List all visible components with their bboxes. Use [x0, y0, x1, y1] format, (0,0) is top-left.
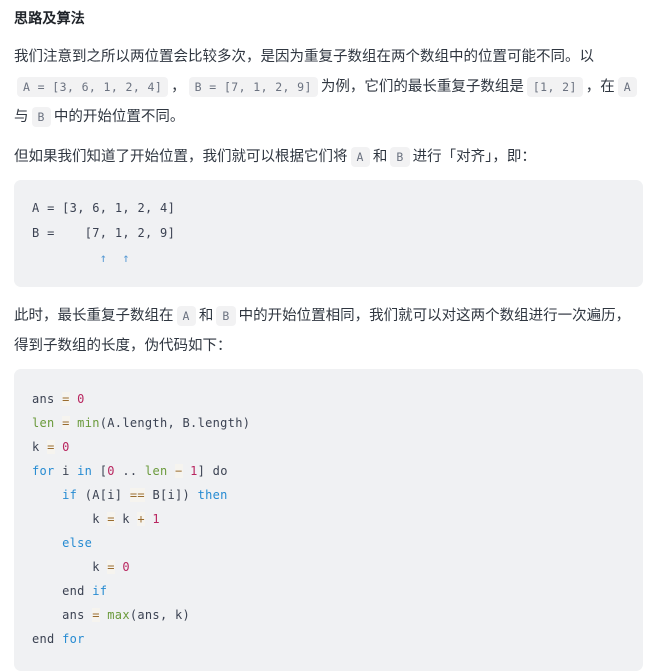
code-token-plain: i	[54, 464, 78, 478]
code-block-alignment: A = [3, 6, 1, 2, 4] B = [7, 1, 2, 9] ↑ ↑	[14, 180, 643, 287]
alignment-arrow-icon: ↑	[122, 251, 130, 265]
code-token-op: =	[107, 560, 115, 574]
code-token-kw: for	[62, 632, 85, 646]
code-token-plain: ..	[114, 464, 145, 478]
code-token-num: 1	[152, 512, 160, 526]
inline-code-chip: A	[350, 147, 370, 167]
inline-code-chip: B	[31, 107, 51, 127]
paragraph-text: ，	[171, 79, 186, 95]
code-token-plain: end	[32, 584, 93, 598]
paragraph-text: 和	[198, 308, 214, 324]
paragraph-text: 中的开始位置不同。	[53, 109, 185, 125]
paragraph-text: 和	[372, 149, 388, 165]
code-token-kw: in	[77, 464, 93, 478]
code-token-fn: min	[77, 416, 100, 430]
code-token-fn: max	[107, 608, 130, 622]
paragraph-text: 与	[14, 109, 29, 125]
code-token-kw: then	[197, 488, 228, 502]
code-token-op: =	[62, 392, 70, 406]
code-token-op: =	[92, 608, 100, 622]
code-token-op: =	[107, 512, 115, 526]
code-token-num: 0	[77, 392, 85, 406]
code-token-kw: if	[92, 584, 108, 598]
alignment-arrow-icon: ↑	[99, 251, 108, 265]
code-token-var: len	[32, 416, 55, 430]
code-token-op: ==	[129, 488, 145, 502]
code-token-plain: (A.length, B.length)	[99, 416, 251, 430]
code-token-op: =	[47, 440, 55, 454]
inline-code-chip: [1, 2]	[526, 77, 583, 97]
page-title: 思路及算法	[14, 10, 85, 26]
code-token-plain: k	[32, 560, 108, 574]
code-token-plain: ans	[32, 392, 63, 406]
code-token-plain: k	[32, 512, 108, 526]
code-token-plain: k	[32, 440, 48, 454]
code-token-op: −	[175, 464, 183, 478]
article-content: 思路及算法 我们注意到之所以两位置会比较多次，是因为重复子数组在两个数组中的位置…	[0, 0, 657, 671]
inline-code-chip: B	[216, 306, 236, 326]
paragraph-text: 此时，最长重复子数组在	[14, 308, 174, 324]
paragraph-text: 但如果我们知道了开始位置，我们就可以根据它们将	[14, 149, 348, 165]
inline-code-chip: B	[390, 147, 410, 167]
code-token-plain: B[i])	[144, 488, 198, 502]
inline-code-chip: A	[617, 77, 638, 97]
inline-code-chip: A	[176, 306, 196, 326]
code-token-plain: ] do	[197, 464, 228, 478]
paragraph-pseudocode-intro: 此时，最长重复子数组在 A 和 B 中的开始位置相同，我们就可以对这两个数组进行一次遍历…	[14, 301, 643, 361]
inline-code-chip: A = [3, 6, 1, 2, 4]	[17, 77, 169, 97]
paragraph-text: ，在	[585, 79, 615, 95]
inline-code-chip: B = [7, 1, 2, 9]	[188, 77, 318, 97]
code-token-plain: [	[92, 464, 108, 478]
code-token-num: 0	[107, 464, 115, 478]
code-token-num: 1	[190, 464, 198, 478]
code-block-pseudocode: ans = 0 len = min(A.length, B.length) k …	[14, 369, 643, 671]
code-block-pseudocode-text: ans = 0 len = min(A.length, B.length) k …	[32, 387, 625, 651]
code-token-plain: (ans, k)	[129, 608, 191, 622]
code-token-kw: else	[62, 536, 93, 550]
code-token-plain: k	[114, 512, 138, 526]
code-token-plain: end	[32, 632, 63, 646]
code-token-num: 0	[62, 440, 70, 454]
paragraph-alignment-intro: 但如果我们知道了开始位置，我们就可以根据它们将 A 和 B 进行「对齐」，即：	[14, 142, 643, 172]
code-token-var: len	[144, 464, 168, 478]
code-token-op: =	[62, 416, 70, 430]
code-token-kw: if	[62, 488, 78, 502]
code-token-plain: ans	[32, 608, 93, 622]
code-token-plain: (A[i]	[77, 488, 130, 502]
paragraph-text: 进行「对齐」，即：	[412, 149, 536, 165]
code-token-num: 0	[122, 560, 130, 574]
code-token-kw: for	[32, 464, 55, 478]
code-block-alignment-text: A = [3, 6, 1, 2, 4] B = [7, 1, 2, 9] ↑ ↑	[32, 201, 176, 265]
paragraph-text: 为例，它们的最长重复子数组是	[320, 79, 524, 95]
code-token-op: +	[137, 512, 145, 526]
paragraph-text: 我们注意到之所以两位置会比较多次，是因为重复子数组在两个数组中的位置可能不同。以	[14, 49, 594, 65]
paragraph-intro: 我们注意到之所以两位置会比较多次，是因为重复子数组在两个数组中的位置可能不同。以…	[14, 42, 643, 132]
